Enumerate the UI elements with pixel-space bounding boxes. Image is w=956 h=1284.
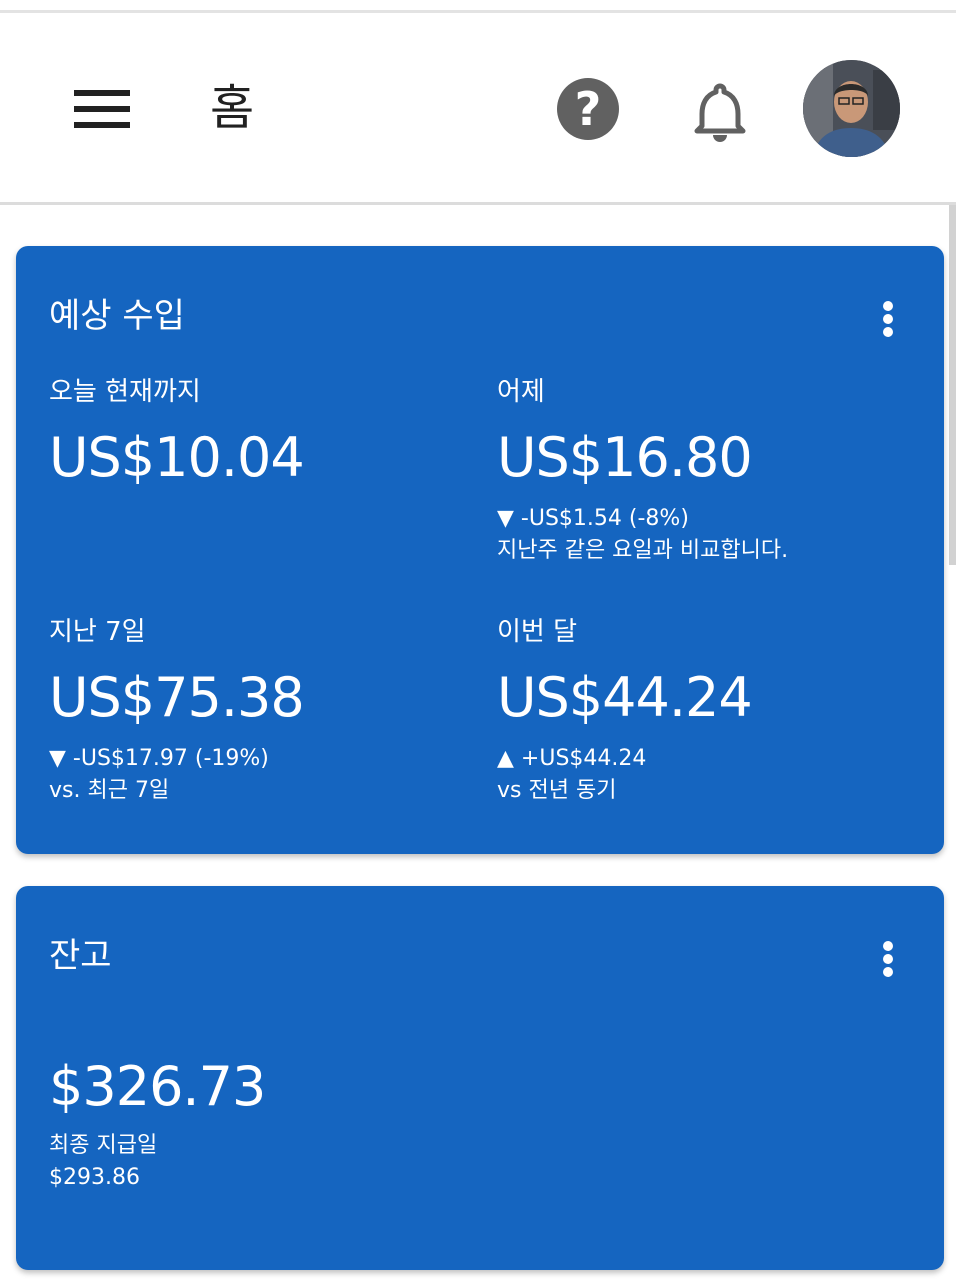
balance-card[interactable]: 잔고 $326.73 최종 지급일 $293.86 [16,886,944,1270]
metric-last-7-days: 지난 7일 US$75.38 ▼ -US$17.97 (-19%) vs. 최근… [49,615,479,807]
menu-icon[interactable] [74,90,130,128]
metric-compare: vs. 최근 7일 [49,778,170,803]
metric-yesterday: 어제 US$16.80 ▼ -US$1.54 (-8%) 지난주 같은 요일과 … [497,375,927,567]
metric-label: 지난 7일 [49,617,146,647]
metric-value: US$10.04 [49,426,305,489]
metric-today: 오늘 현재까지 US$10.04 [49,375,479,491]
more-options-icon[interactable] [882,301,894,337]
page-title: 홈 [210,80,255,136]
metric-label: 이번 달 [497,617,578,647]
metric-compare: vs 전년 동기 [497,778,617,803]
last-payment-amount: $293.86 [49,1165,140,1190]
app-bar: 홈 ? [0,13,956,203]
metric-change: ▲ +US$44.24 [497,746,647,771]
card-title: 잔고 [49,936,112,976]
avatar[interactable] [803,60,900,157]
metric-value: US$44.24 [497,666,753,729]
metric-compare: 지난주 같은 요일과 비교합니다. [497,538,789,563]
last-payment-label: 최종 지급일 [49,1133,158,1158]
metric-label: 오늘 현재까지 [49,377,201,407]
estimated-earnings-card[interactable]: 예상 수입 오늘 현재까지 US$10.04 어제 US$16.80 ▼ -US… [16,246,944,854]
bell-icon[interactable] [690,80,750,142]
more-options-icon[interactable] [882,941,894,977]
metric-change: ▼ -US$1.54 (-8%) [497,506,689,531]
metric-change: ▼ -US$17.97 (-19%) [49,746,269,771]
balance-value: $326.73 [49,1055,266,1118]
metric-this-month: 이번 달 US$44.24 ▲ +US$44.24 vs 전년 동기 [497,615,927,807]
help-icon[interactable]: ? [557,78,619,140]
metric-value: US$16.80 [497,426,753,489]
scrollbar[interactable] [949,205,956,565]
metric-value: US$75.38 [49,666,305,729]
app-bar-divider [0,202,956,205]
metric-label: 어제 [497,377,545,407]
card-title: 예상 수입 [49,296,185,336]
